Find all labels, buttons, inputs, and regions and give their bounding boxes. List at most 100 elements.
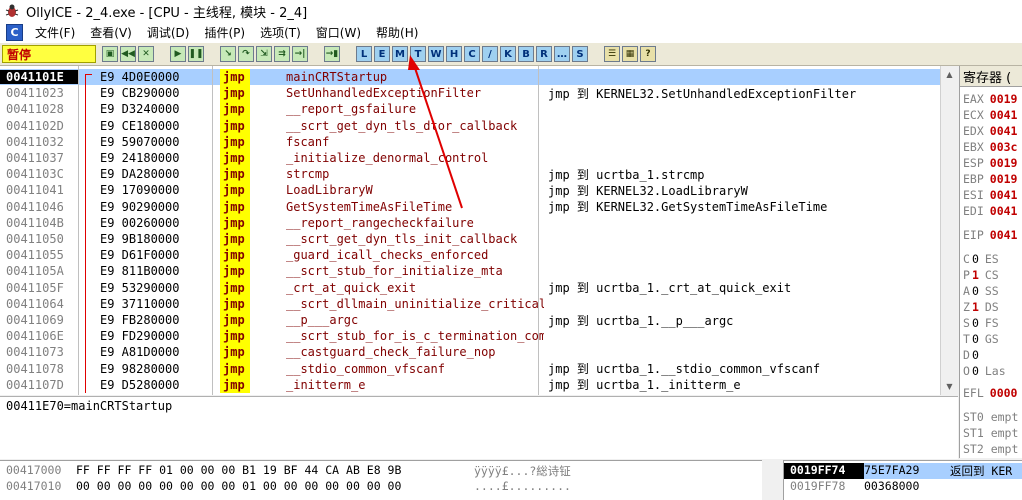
- flag-o[interactable]: O 0 Las: [963, 364, 1006, 378]
- flag-d[interactable]: D0: [963, 348, 985, 362]
- dump-row[interactable]: 00417000 FF FF FF FF 01 00 00 00 B1 19 BF…: [6, 463, 571, 479]
- modules-window-icon[interactable]: E: [374, 46, 390, 62]
- goto-icon[interactable]: →▮: [324, 46, 340, 62]
- disasm-row[interactable]: 00411046 E9 90290000 jmp GetSystemTimeAsFil…: [0, 198, 940, 215]
- menu-help[interactable]: 帮助(H): [370, 24, 427, 41]
- menu-debug[interactable]: 调试(D): [141, 24, 199, 41]
- help-icon[interactable]: ?: [640, 46, 656, 62]
- source-window-icon[interactable]: S: [572, 46, 588, 62]
- disasm-row[interactable]: 0041102D E9 CE180000 jmp __scrt_get_dyn_tls…: [0, 117, 940, 134]
- disasm-row[interactable]: 0041105F E9 53290000 jmp _crt_at_quick_exit…: [0, 279, 940, 296]
- jump-path-line: [85, 74, 92, 393]
- open-icon[interactable]: ▣: [102, 46, 118, 62]
- register-efl[interactable]: EFL 0000: [963, 386, 1017, 400]
- instruction-address: 0041102D: [6, 118, 64, 133]
- register-ebp[interactable]: EBP 0019: [963, 172, 1017, 186]
- run-trace-icon[interactable]: …: [554, 46, 570, 62]
- fpu-register[interactable]: ST2 empt: [963, 442, 1018, 456]
- handles-window-icon[interactable]: H: [446, 46, 462, 62]
- scroll-down-icon[interactable]: ▼: [941, 378, 958, 395]
- instruction-bytes: E9 CE180000: [100, 118, 180, 133]
- flag-p[interactable]: P 1 CS: [963, 268, 999, 282]
- disasm-row[interactable]: 00411037 E9 24180000 jmp _initialize_denorm…: [0, 150, 940, 167]
- disasm-row[interactable]: 00411023 E9 CB290000 jmp SetUnhandledExcept…: [0, 85, 940, 102]
- menu-view[interactable]: 查看(V): [84, 24, 141, 41]
- disasm-row[interactable]: 0041105A E9 811B0000 jmp __scrt_stub_for_in…: [0, 263, 940, 280]
- disasm-row[interactable]: 0041101E E9 4D0E0000 jmp mainCRTStartup: [0, 69, 940, 86]
- patches-window-icon[interactable]: /: [482, 46, 498, 62]
- flag-name: Z: [963, 300, 970, 314]
- cpu-window-icon[interactable]: C: [6, 24, 23, 41]
- disasm-row[interactable]: 00411055 E9 D61F0000 jmp _guard_icall_check…: [0, 247, 940, 264]
- trace-into-icon[interactable]: ⇲: [256, 46, 272, 62]
- breakpoints-window-icon[interactable]: B: [518, 46, 534, 62]
- memory-window-icon[interactable]: M: [392, 46, 408, 62]
- menu-plugins[interactable]: 插件(P): [198, 24, 254, 41]
- instruction-address: 0041105A: [6, 264, 64, 279]
- execute-till-return-icon[interactable]: →|: [292, 46, 308, 62]
- fpu-register[interactable]: ST1 empt: [963, 426, 1018, 440]
- rewind-icon[interactable]: ◀◀: [120, 46, 136, 62]
- menu-options[interactable]: 选项(T): [254, 24, 310, 41]
- disassembly-pane[interactable]: 0041101E E9 4D0E0000 jmp mainCRTStartup 0041…: [0, 66, 958, 395]
- fpu-register[interactable]: ST0 empt: [963, 410, 1018, 424]
- disasm-row[interactable]: 00411069 E9 FB280000 jmp __p___argc jmp 到 uc…: [0, 312, 940, 329]
- flag-s[interactable]: S 0 FS: [963, 316, 999, 330]
- instruction-bytes: E9 90290000: [100, 199, 180, 214]
- run-icon[interactable]: ▶: [170, 46, 186, 62]
- disasm-row[interactable]: 0041106E E9 FD290000 jmp __scrt_stub_for_is…: [0, 328, 940, 345]
- disasm-row[interactable]: 00411041 E9 17090000 jmp LoadLibraryW jmp 到 …: [0, 182, 940, 199]
- instruction-comment: jmp 到 KERNEL32.LoadLibraryW: [548, 183, 748, 198]
- stack-pane[interactable]: 0019FF74 75E7FA29 返回到 KER 0019FF78 00368000: [783, 460, 1022, 500]
- instruction-comment: jmp 到 ucrtba_1.__stdio_common_vfscanf: [548, 362, 821, 377]
- appearance-icon[interactable]: ▦: [622, 46, 638, 62]
- disasm-row[interactable]: 00411064 E9 37110000 jmp __scrt_dllmain_uni…: [0, 295, 940, 312]
- register-eax[interactable]: EAX 0019: [963, 92, 1017, 106]
- disasm-row[interactable]: 0041103C E9 DA280000 jmp strcmp jmp 到 ucrtba…: [0, 166, 940, 183]
- instruction-comment: jmp 到 ucrtba_1._initterm_e: [548, 378, 741, 393]
- stack-row[interactable]: 0019FF78 00368000: [784, 479, 1022, 495]
- registers-pane[interactable]: 寄存器 ( EAX 0019 ECX 0041 EDX 0041 EBX 003c ESP 001…: [959, 66, 1022, 458]
- disasm-row[interactable]: 00411050 E9 9B180000 jmp __scrt_get_dyn_tls…: [0, 231, 940, 248]
- log-window-icon[interactable]: L: [356, 46, 372, 62]
- flag-t[interactable]: T 0 GS: [963, 332, 999, 346]
- disasm-row[interactable]: 00411073 E9 A81D0000 jmp __castguard_check_…: [0, 344, 940, 361]
- disassembly-scrollbar[interactable]: ▲ ▼: [940, 66, 958, 395]
- instruction-operand: __scrt_get_dyn_tls_init_callback: [286, 232, 518, 247]
- close-icon[interactable]: ✕: [138, 46, 154, 62]
- register-esi[interactable]: ESI 0041: [963, 188, 1017, 202]
- call-stack-icon[interactable]: K: [500, 46, 516, 62]
- disasm-row[interactable]: 0041107D E9 D5280000 jmp _initterm_e jmp 到 u…: [0, 376, 940, 393]
- pause-icon[interactable]: ❚❚: [188, 46, 204, 62]
- trace-over-icon[interactable]: ⇉: [274, 46, 290, 62]
- menu-file[interactable]: 文件(F): [29, 24, 84, 41]
- disasm-row[interactable]: 00411028 E9 D3240000 jmp __report_gsfailure: [0, 101, 940, 118]
- memory-dump-pane[interactable]: 00417000 FF FF FF FF 01 00 00 00 B1 19 BF…: [0, 460, 762, 500]
- menu-window[interactable]: 窗口(W): [310, 24, 370, 41]
- dump-row[interactable]: 00417010 00 00 00 00 00 00 00 00 01 00 00…: [6, 479, 571, 495]
- disasm-row[interactable]: 0041104B E9 00260000 jmp __report_rangechec…: [0, 214, 940, 231]
- references-window-icon[interactable]: R: [536, 46, 552, 62]
- flag-z[interactable]: Z 1 DS: [963, 300, 999, 314]
- step-into-icon[interactable]: ↘: [220, 46, 236, 62]
- cpu-window-icon[interactable]: C: [464, 46, 480, 62]
- windows-window-icon[interactable]: W: [428, 46, 444, 62]
- register-edi[interactable]: EDI 0041: [963, 204, 1017, 218]
- threads-window-icon[interactable]: T: [410, 46, 426, 62]
- register-edx[interactable]: EDX 0041: [963, 124, 1017, 138]
- step-over-icon[interactable]: ↷: [238, 46, 254, 62]
- register-ebx[interactable]: EBX 003c: [963, 140, 1017, 154]
- register-eip[interactable]: EIP 0041: [963, 228, 1017, 242]
- flag-c[interactable]: C 0 ES: [963, 252, 999, 266]
- instruction-mnemonic: jmp: [220, 231, 250, 248]
- options-list-icon[interactable]: ☰: [604, 46, 620, 62]
- register-esp[interactable]: ESP 0019: [963, 156, 1017, 170]
- register-ecx[interactable]: ECX 0041: [963, 108, 1017, 122]
- window-title: OllyICE - 2_4.exe - [CPU - 主线程, 模块 - 2_4…: [26, 5, 308, 21]
- disasm-row[interactable]: 00411032 E9 59070000 jmp fscanf: [0, 133, 940, 150]
- disasm-row[interactable]: 00411078 E9 98280000 jmp __stdio_common_vfs…: [0, 360, 940, 377]
- scroll-up-icon[interactable]: ▲: [941, 66, 958, 83]
- instruction-operand: __scrt_dllmain_uninitialize_critical: [286, 296, 544, 311]
- stack-row[interactable]: 0019FF74 75E7FA29 返回到 KER: [784, 463, 1022, 479]
- flag-a[interactable]: A 0 SS: [963, 284, 999, 298]
